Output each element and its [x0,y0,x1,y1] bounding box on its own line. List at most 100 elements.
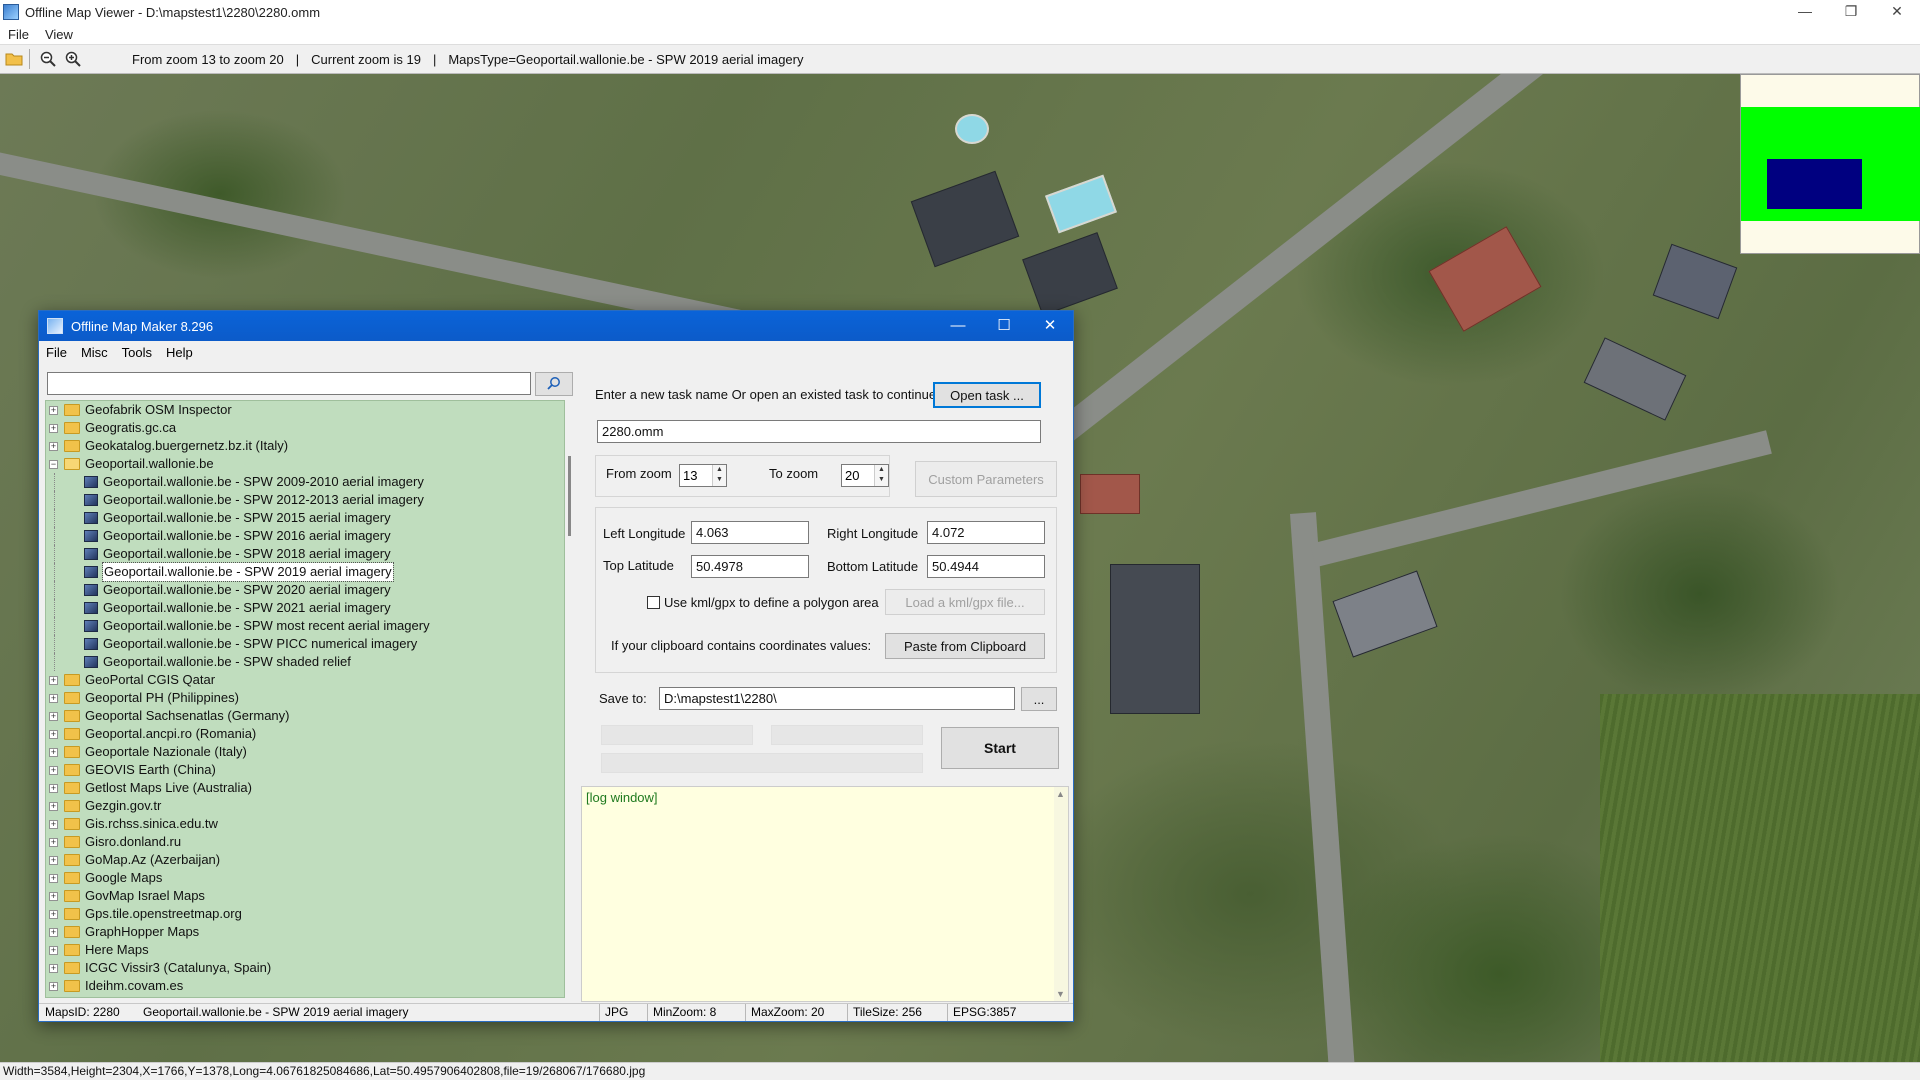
tree-folder-item[interactable]: + GovMap Israel Maps [46,887,564,905]
tree-folder-item[interactable]: − Geoportail.wallonie.be [46,455,564,473]
tree-map-item[interactable]: Geoportail.wallonie.be - SPW 2016 aerial… [46,527,564,545]
zoom-in-icon[interactable] [62,48,84,70]
tree-folder-item[interactable]: + ICGC Vissir3 (Catalunya, Spain) [46,959,564,977]
dialog-minimize-button[interactable]: — [935,311,981,341]
tree-map-item[interactable]: Geoportail.wallonie.be - SPW 2012-2013 a… [46,491,564,509]
log-scrollbar[interactable]: ▲ ▼ [1054,787,1068,1001]
tree-folder-item[interactable]: + GEOVIS Earth (China) [46,761,564,779]
tree-folder-item[interactable]: + Getlost Maps Live (Australia) [46,779,564,797]
task-name-input[interactable] [597,420,1041,443]
expand-icon[interactable]: + [49,909,58,919]
start-button[interactable]: Start [941,727,1059,769]
tree-folder-item[interactable]: + Ideihm.covam.es [46,977,564,995]
open-folder-icon[interactable] [3,48,25,70]
expand-icon[interactable]: + [49,729,58,739]
tree-map-item[interactable]: Geoportail.wallonie.be - SPW 2018 aerial… [46,545,564,563]
tree-map-item[interactable]: Geoportail.wallonie.be - SPW 2015 aerial… [46,509,564,527]
save-path-input[interactable] [659,687,1015,710]
expand-icon[interactable]: + [49,981,58,991]
search-button[interactable] [535,372,573,396]
tree-scrollbar-thumb[interactable] [568,456,571,536]
right-longitude-input[interactable] [927,521,1045,544]
log-window[interactable]: [log window] ▲ ▼ [581,786,1069,1002]
expand-icon[interactable]: + [49,963,58,973]
zoom-out-icon[interactable] [37,48,59,70]
to-zoom-stepper[interactable]: 20 ▲ ▼ [841,464,889,487]
expand-icon[interactable]: + [49,873,58,883]
dialog-close-button[interactable]: ✕ [1027,311,1073,341]
browse-button[interactable]: ... [1021,687,1057,711]
dialog-menu-help[interactable]: Help [159,345,200,360]
tree-map-item[interactable]: Geoportail.wallonie.be - SPW most recent… [46,617,564,635]
minimap-viewport-indicator[interactable] [1767,159,1862,209]
tree-folder-item[interactable]: + Geogratis.gc.ca [46,419,564,437]
expand-icon[interactable]: + [49,675,58,685]
restore-button[interactable]: ❐ [1828,0,1874,24]
expand-icon[interactable]: + [49,405,58,415]
tree-folder-item[interactable]: + Gps.tile.openstreetmap.org [46,905,564,923]
tree-folder-item[interactable]: + GeoPortal CGIS Qatar [46,671,564,689]
tree-folder-item[interactable]: + Geokatalog.buergernetz.bz.it (Italy) [46,437,564,455]
menu-file[interactable]: File [0,27,37,42]
open-task-button[interactable]: Open task ... [933,382,1041,408]
paste-from-clipboard-button[interactable]: Paste from Clipboard [885,633,1045,659]
expand-icon[interactable]: + [49,783,58,793]
custom-parameters-button[interactable]: Custom Parameters [915,461,1057,497]
tree-folder-item[interactable]: + Google Maps [46,869,564,887]
load-kml-button[interactable]: Load a kml/gpx file... [885,589,1045,615]
scroll-down-icon[interactable]: ▼ [1056,989,1065,999]
dialog-menu-tools[interactable]: Tools [115,345,159,360]
dialog-maximize-button[interactable]: ☐ [981,311,1027,341]
tree-map-item[interactable]: Geoportail.wallonie.be - SPW PICC numeri… [46,635,564,653]
tree-map-item[interactable]: Geoportail.wallonie.be - SPW 2019 aerial… [46,562,564,582]
expand-icon[interactable]: + [49,441,58,451]
tree-map-item[interactable]: Geoportail.wallonie.be - SPW 2009-2010 a… [46,473,564,491]
spinner-arrows-icon[interactable]: ▲ ▼ [874,465,888,486]
tree-folder-item[interactable]: + Here Maps [46,941,564,959]
tree-folder-item[interactable]: + Geoportale Nazionale (Italy) [46,743,564,761]
tree-folder-item[interactable]: + Geoportal PH (Philippines) [46,689,564,707]
menu-view[interactable]: View [37,27,81,42]
close-button[interactable]: ✕ [1874,0,1920,24]
tree-folder-item[interactable]: + Gisro.donland.ru [46,833,564,851]
expand-icon[interactable]: + [49,693,58,703]
scroll-up-icon[interactable]: ▲ [1056,789,1065,799]
bottom-latitude-input[interactable] [927,555,1045,578]
expand-icon[interactable]: + [49,945,58,955]
expand-icon[interactable]: + [49,855,58,865]
collapse-icon[interactable]: − [49,459,58,469]
minimize-button[interactable]: — [1782,0,1828,24]
top-latitude-input[interactable] [691,555,809,578]
expand-icon[interactable]: + [49,711,58,721]
tree-folder-item[interactable]: + Geofabrik OSM Inspector [46,401,564,419]
use-kml-checkbox[interactable] [647,596,660,609]
expand-icon[interactable]: + [49,423,58,433]
dialog-menu-misc[interactable]: Misc [74,345,115,360]
spinner-arrows-icon[interactable]: ▲ ▼ [712,465,726,486]
expand-icon[interactable]: + [49,927,58,937]
dialog-menu-file[interactable]: File [39,345,74,360]
tree-map-item[interactable]: Geoportail.wallonie.be - SPW 2020 aerial… [46,581,564,599]
tree-scrollbar[interactable] [565,400,575,998]
expand-icon[interactable]: + [49,891,58,901]
tree-folder-item[interactable]: + Geoportal Sachsenatlas (Germany) [46,707,564,725]
dialog-titlebar[interactable]: Offline Map Maker 8.296 — ☐ ✕ [39,311,1073,341]
tree-folder-item[interactable]: + Geoportal.ancpi.ro (Romania) [46,725,564,743]
tree-map-item[interactable]: Geoportail.wallonie.be - SPW shaded reli… [46,653,564,671]
minimap[interactable] [1740,74,1920,254]
expand-icon[interactable]: + [49,837,58,847]
tree-map-item[interactable]: Geoportail.wallonie.be - SPW 2021 aerial… [46,599,564,617]
tree-folder-item[interactable]: + Gis.rchss.sinica.edu.tw [46,815,564,833]
map-source-tree[interactable]: + Geofabrik OSM Inspector + Geogratis.gc.ca… [45,400,565,998]
tree-folder-item[interactable]: + GoMap.Az (Azerbaijan) [46,851,564,869]
map-source-search-input[interactable] [47,372,531,395]
tree-item-label: Geoportail.wallonie.be - SPW 2020 aerial… [103,582,391,597]
expand-icon[interactable]: + [49,765,58,775]
left-longitude-input[interactable] [691,521,809,544]
tree-folder-item[interactable]: + GraphHopper Maps [46,923,564,941]
expand-icon[interactable]: + [49,747,58,757]
tree-folder-item[interactable]: + Gezgin.gov.tr [46,797,564,815]
expand-icon[interactable]: + [49,819,58,829]
expand-icon[interactable]: + [49,801,58,811]
from-zoom-stepper[interactable]: 13 ▲ ▼ [679,464,727,487]
